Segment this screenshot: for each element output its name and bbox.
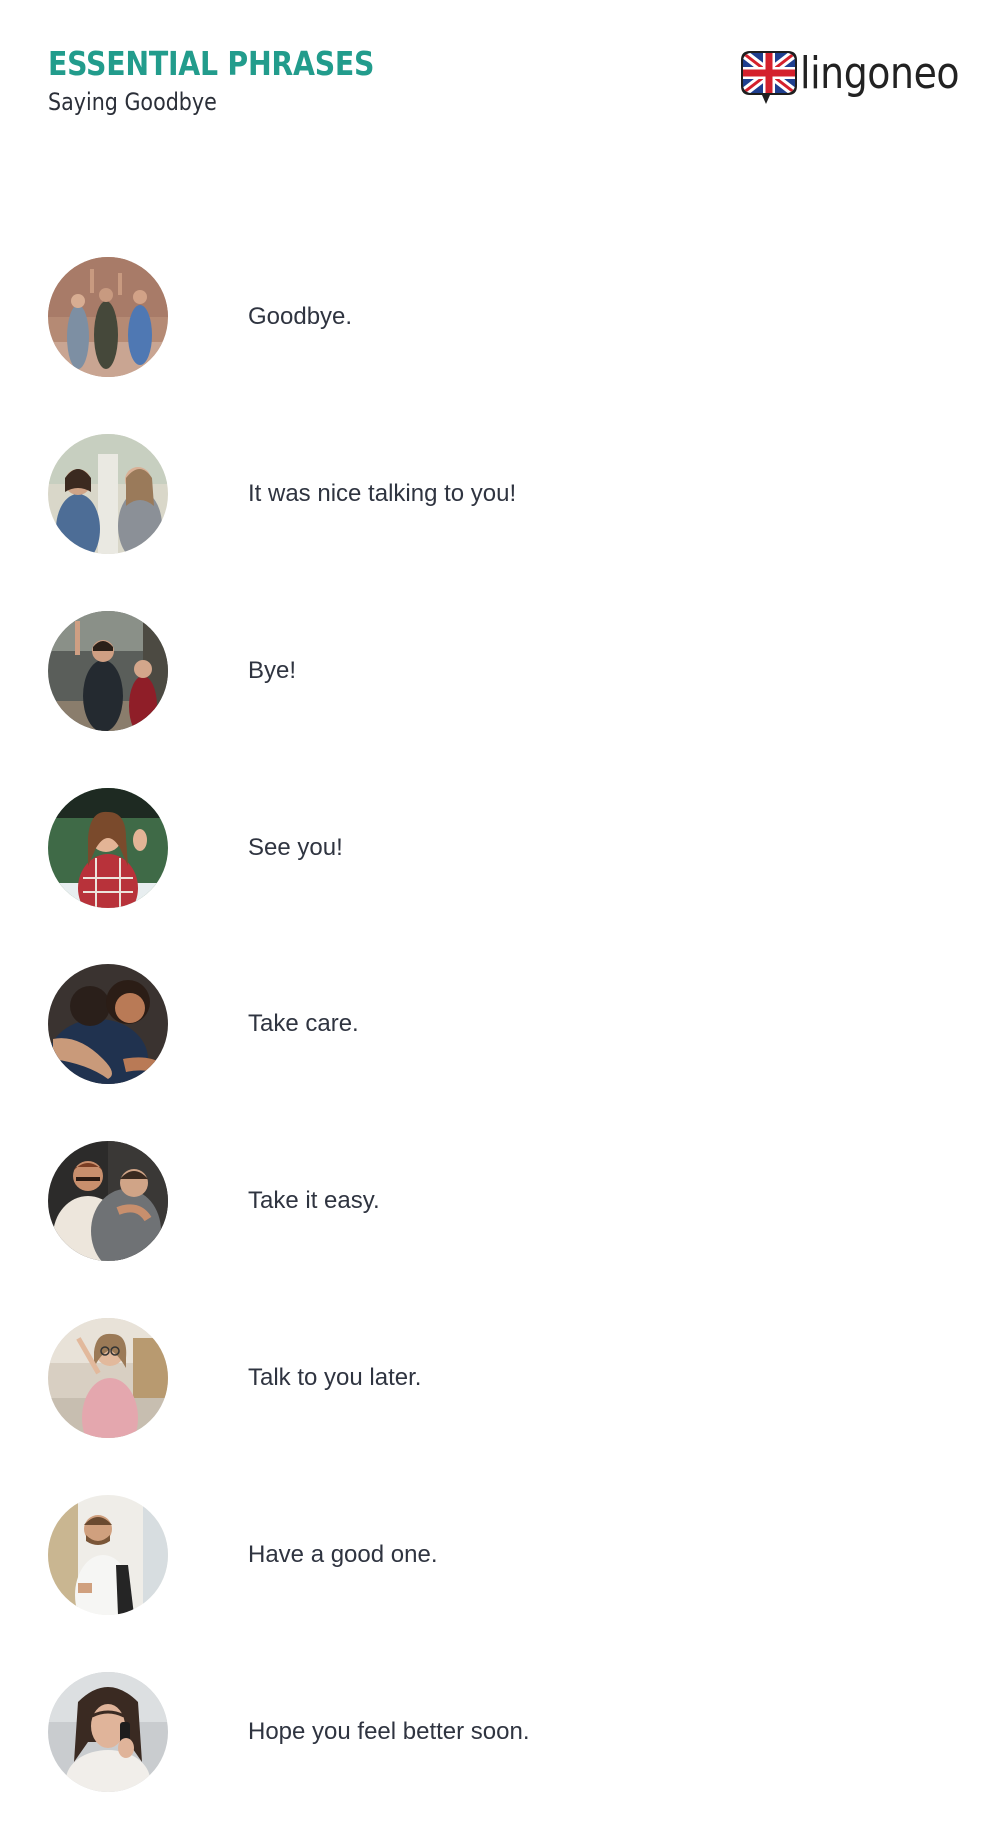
page-header: ESSENTIAL PHRASES Saying Goodbye	[48, 44, 427, 118]
phrase-row: Hope you feel better soon.	[48, 1672, 948, 1792]
phrase-text: Take care.	[248, 1010, 359, 1037]
phrase-row: It was nice talking to you!	[48, 434, 948, 554]
phrase-photo	[48, 1318, 168, 1438]
phrase-photo	[48, 788, 168, 908]
phrase-row: Bye!	[48, 611, 948, 731]
brand-logo: lingoneo	[740, 50, 985, 106]
phrase-text: Have a good one.	[248, 1541, 438, 1568]
phrase-text: Hope you feel better soon.	[248, 1718, 530, 1745]
page-title: ESSENTIAL PHRASES	[48, 44, 375, 83]
page-subtitle: Saying Goodbye	[48, 88, 217, 116]
phrase-photo	[48, 257, 168, 377]
phrase-photo	[48, 1141, 168, 1261]
phrase-text: It was nice talking to you!	[248, 480, 517, 507]
brand-name: lingoneo	[800, 48, 960, 99]
phrase-row: Have a good one.	[48, 1495, 948, 1615]
phrase-text: Take it easy.	[248, 1187, 380, 1214]
phrase-photo	[48, 1495, 168, 1615]
phrase-text: Bye!	[248, 657, 297, 684]
phrase-text: Talk to you later.	[248, 1364, 422, 1391]
phrase-row: See you!	[48, 788, 948, 908]
phrase-photo	[48, 964, 168, 1084]
phrase-text: Goodbye.	[248, 303, 353, 330]
phrase-photo	[48, 611, 168, 731]
phrase-photo	[48, 1672, 168, 1792]
phrase-row: Take care.	[48, 964, 948, 1084]
phrase-text: See you!	[248, 834, 343, 861]
phrase-row: Goodbye.	[48, 257, 948, 377]
phrase-photo	[48, 434, 168, 554]
uk-flag-speech-bubble-icon	[740, 50, 798, 106]
phrase-row: Talk to you later.	[48, 1318, 948, 1438]
phrase-row: Take it easy.	[48, 1141, 948, 1261]
